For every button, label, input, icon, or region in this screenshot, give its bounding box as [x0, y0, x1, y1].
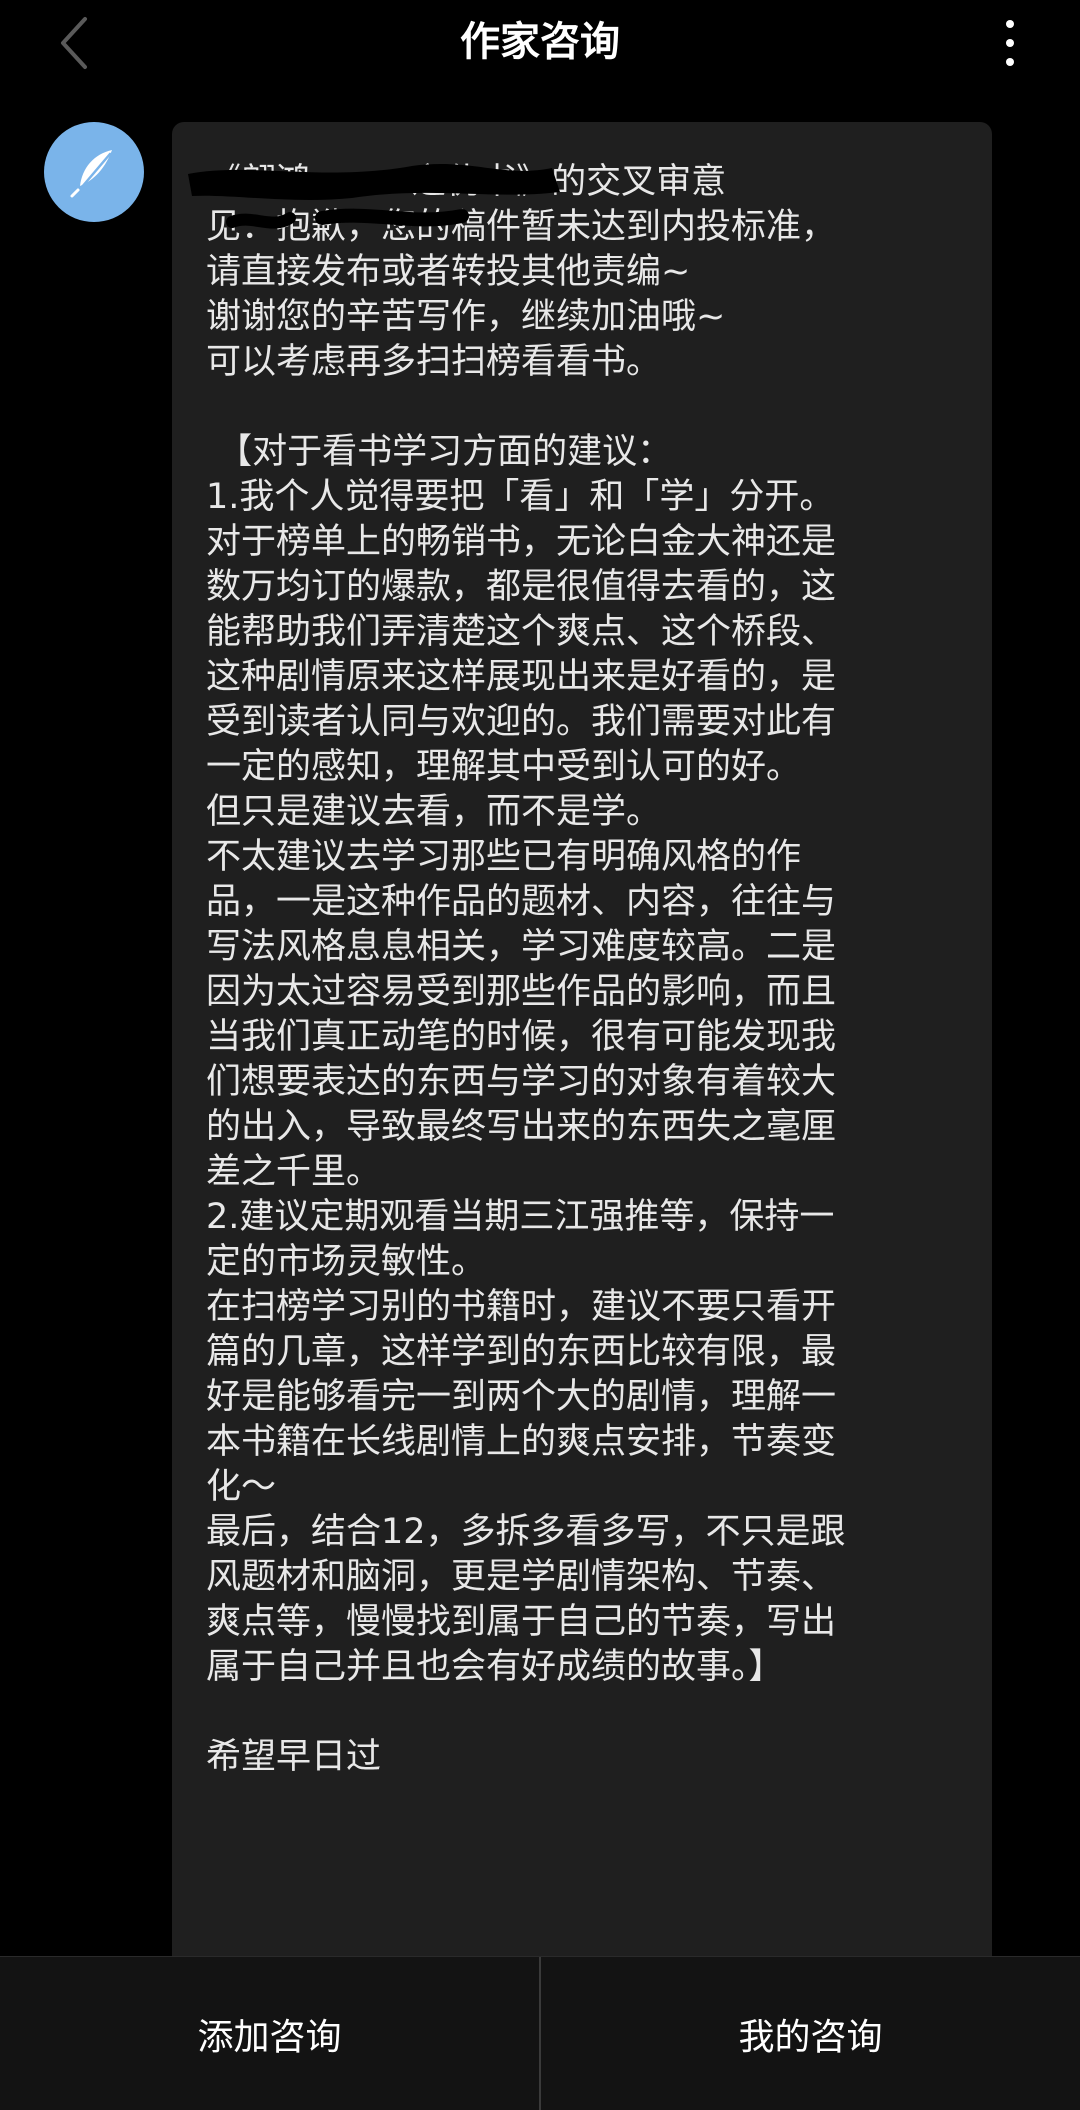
message-line	[206, 385, 962, 430]
message-line: 们想要表达的东西与学习的对象有着较大	[206, 1062, 837, 1102]
message-line: 在扫榜学习别的书籍时，建议不要只看开	[206, 1287, 837, 1327]
my-consultations-button[interactable]: 我的咨询	[541, 1957, 1080, 2110]
message-line: 一定的感知，理解其中受到认可的好。	[206, 747, 802, 787]
more-dot	[1006, 58, 1014, 66]
message-line: 【对于看书学习方面的建议：	[206, 432, 673, 472]
message-line: 希望早日过	[206, 1737, 382, 1777]
chat-area[interactable]: 《翩鸿·········之伪书》的交叉审意 见：抱歉，您的稿件暂未达到内投标准，…	[0, 86, 1080, 1956]
message-line: 这种剧情原来这样展现出来是好看的，是	[206, 657, 837, 697]
message-line: 可以考虑再多扫扫榜看看书。	[206, 342, 662, 382]
more-vertical-icon	[1006, 20, 1014, 28]
message-bubble[interactable]: 《翩鸿·········之伪书》的交叉审意 见：抱歉，您的稿件暂未达到内投标准，…	[172, 122, 992, 1956]
message-line: 但只是建议去看，而不是学。	[206, 792, 662, 832]
more-dot	[1006, 39, 1014, 47]
feather-icon	[70, 150, 112, 198]
message-line: 写法风格息息相关，学习难度较高。二是	[206, 927, 837, 967]
message-line: 不太建议去学习那些已有明确风格的作	[206, 837, 802, 877]
message-line: 2.建议定期观看当期三江强推等，保持一	[206, 1197, 835, 1237]
app-screen: 作家咨询 《翩鸿·········之伪书》的交叉审意 见：抱歉，您的稿件暂未达到…	[0, 0, 1080, 2110]
more-options-button[interactable]	[990, 10, 1030, 76]
message-line: 品，一是这种作品的题材、内容，往往与	[206, 882, 837, 922]
editor-avatar[interactable]	[44, 122, 144, 222]
message-line: 1.我个人觉得要把「看」和「学」分开。	[206, 477, 835, 517]
message-line: 对于榜单上的畅销书，无论白金大神还是	[206, 522, 837, 562]
message-line: 谢谢您的辛苦写作，继续加油哦~	[206, 297, 726, 337]
message-line: 《翩鸿·········之伪书》的交叉审意	[206, 162, 727, 202]
message-line: 的出入，导致最终写出来的东西失之毫厘	[206, 1107, 837, 1147]
add-consultation-button[interactable]: 添加咨询	[0, 1957, 539, 2110]
message-line: 定的市场灵敏性。	[206, 1242, 487, 1282]
top-bar: 作家咨询	[0, 0, 1080, 86]
message-line: 爽点等，慢慢找到属于自己的节奏，写出	[206, 1602, 837, 1642]
message-line: 化～	[206, 1467, 277, 1507]
message-line: 属于自己并且也会有好成绩的故事。】	[206, 1647, 784, 1687]
message-line: 请直接发布或者转投其他责编~	[206, 252, 691, 292]
page-title: 作家咨询	[460, 19, 620, 65]
message-line	[206, 1690, 962, 1735]
message-line: 见：抱歉，您的稿件暂未达到内投标准，	[206, 207, 837, 247]
message-line: 因为太过容易受到那些作品的影响，而且	[206, 972, 837, 1012]
message-line: 能帮助我们弄清楚这个爽点、这个桥段、	[206, 612, 837, 652]
message-line: 本书籍在长线剧情上的爽点安排，节奏变	[206, 1422, 837, 1462]
message-line: 风题材和脑洞，更是学剧情架构、节奏、	[206, 1557, 837, 1597]
message-line: 好是能够看完一到两个大的剧情，理解一	[206, 1377, 837, 1417]
message-line: 最后，结合12，多拆多看多写，不只是跟	[206, 1512, 846, 1552]
message-line: 受到读者认同与欢迎的。我们需要对此有	[206, 702, 837, 742]
message-line: 篇的几章，这样学到的东西比较有限，最	[206, 1332, 837, 1372]
message-line: 数万均订的爆款，都是很值得去看的，这	[206, 567, 837, 607]
message-line: 差之千里。	[206, 1152, 382, 1192]
bottom-action-bar: 添加咨询 我的咨询	[0, 1956, 1080, 2110]
message-line: 当我们真正动笔的时候，很有可能发现我	[206, 1017, 837, 1057]
